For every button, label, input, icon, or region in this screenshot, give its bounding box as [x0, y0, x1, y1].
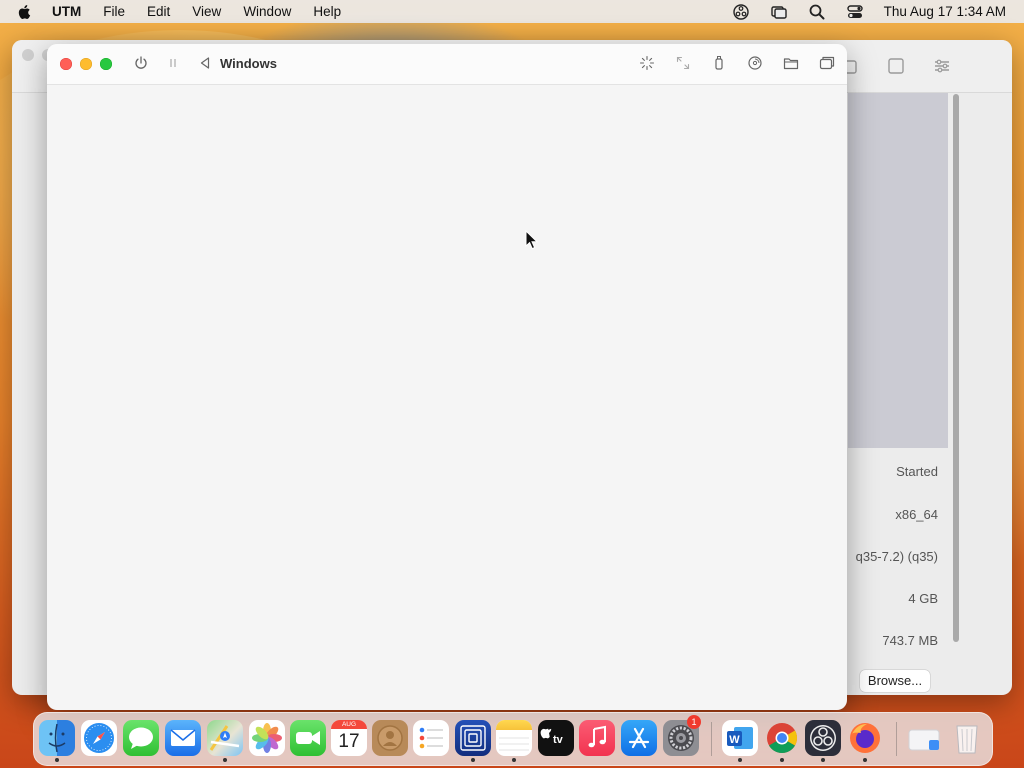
shared-folder-icon[interactable]: [783, 55, 799, 71]
menu-bar: UTM File Edit View Window Help Thu Aug 1…: [0, 0, 1024, 23]
dock-contacts-icon[interactable]: [372, 720, 408, 756]
menu-window[interactable]: Window: [243, 4, 291, 19]
running-indicator: [863, 758, 867, 762]
menu-edit[interactable]: Edit: [147, 4, 170, 19]
dock-word-icon[interactable]: W: [722, 720, 758, 756]
dock-safari-icon[interactable]: [81, 720, 117, 756]
close-button[interactable]: [60, 58, 72, 70]
obs-status-icon[interactable]: [732, 3, 750, 21]
dock-separator: [711, 722, 712, 756]
details-scrollbar[interactable]: [953, 94, 959, 642]
vm-display-area[interactable]: [47, 85, 847, 710]
menu-file[interactable]: File: [103, 4, 125, 19]
settings-sliders-icon[interactable]: [932, 56, 952, 76]
menu-help[interactable]: Help: [313, 4, 341, 19]
menu-view[interactable]: View: [192, 4, 221, 19]
edit-vm-icon[interactable]: [886, 56, 906, 76]
dock-reminders-icon[interactable]: [413, 720, 449, 756]
detail-memory: 4 GB: [908, 591, 938, 606]
detail-architecture: x86_64: [895, 507, 938, 522]
vm-display-window: Windows: [47, 44, 847, 710]
menu-app-name[interactable]: UTM: [52, 4, 81, 19]
mouse-cursor-icon: [525, 230, 539, 250]
dock-notes-icon[interactable]: [496, 720, 532, 756]
svg-text:tv: tv: [553, 734, 564, 746]
svg-text:W: W: [729, 734, 740, 746]
running-indicator: [738, 758, 742, 762]
vm-screenshot-preview[interactable]: [848, 93, 948, 448]
running-indicator: [223, 758, 227, 762]
dock-firefox-icon[interactable]: [847, 720, 883, 756]
running-indicator: [55, 758, 59, 762]
running-indicator: [780, 758, 784, 762]
control-center-icon[interactable]: [846, 3, 864, 21]
settings-notification-badge: 1: [687, 715, 701, 729]
dock-separator: [896, 722, 897, 756]
zoom-button[interactable]: [100, 58, 112, 70]
restart-triangle-icon[interactable]: [197, 55, 213, 71]
dock-music-icon[interactable]: [579, 720, 615, 756]
dock-maps-icon[interactable]: [207, 720, 243, 756]
dock-mail-icon[interactable]: [165, 720, 201, 756]
vm-titlebar: Windows: [47, 44, 847, 85]
calendar-day-label: 17: [338, 731, 360, 752]
dock-facetime-icon[interactable]: [290, 720, 326, 756]
spotlight-search-icon[interactable]: [808, 3, 826, 21]
running-indicator: [471, 758, 475, 762]
dock-obs-icon[interactable]: [805, 720, 841, 756]
dock-messages-icon[interactable]: [123, 720, 159, 756]
running-indicator: [821, 758, 825, 762]
dock-calendar-icon[interactable]: AUG 17: [331, 720, 367, 756]
dock-chrome-icon[interactable]: [764, 720, 800, 756]
power-icon[interactable]: [133, 55, 149, 71]
detail-machine: q35-7.2) (q35): [855, 549, 938, 564]
resize-display-icon[interactable]: [675, 55, 691, 71]
menubar-clock[interactable]: Thu Aug 17 1:34 AM: [884, 4, 1006, 19]
apple-menu-icon[interactable]: [16, 3, 34, 21]
dock-tv-icon[interactable]: tv: [538, 720, 574, 756]
dock-trash-icon[interactable]: [949, 720, 985, 756]
detail-status: Started: [896, 464, 938, 479]
dock-utm-icon[interactable]: [455, 720, 491, 756]
pause-icon[interactable]: [165, 55, 181, 71]
detail-size: 743.7 MB: [882, 633, 938, 648]
usb-device-icon[interactable]: [711, 55, 727, 71]
capture-input-icon[interactable]: [639, 55, 655, 71]
vm-window-title: Windows: [220, 56, 277, 71]
dock-photos-icon[interactable]: [249, 720, 285, 756]
dock-app-store-icon[interactable]: [621, 720, 657, 756]
drive-disc-icon[interactable]: [747, 55, 763, 71]
dock: AUG 17 tv W: [33, 712, 993, 766]
dock-finder-icon[interactable]: [39, 720, 75, 756]
minimize-button[interactable]: [80, 58, 92, 70]
calendar-month-label: AUG: [331, 720, 367, 729]
browse-button[interactable]: Browse...: [860, 670, 930, 692]
running-indicator: [512, 758, 516, 762]
screen-mirroring-icon[interactable]: [770, 3, 788, 21]
dock-downloads-icon[interactable]: [907, 720, 943, 756]
windows-switch-icon[interactable]: [819, 55, 835, 71]
